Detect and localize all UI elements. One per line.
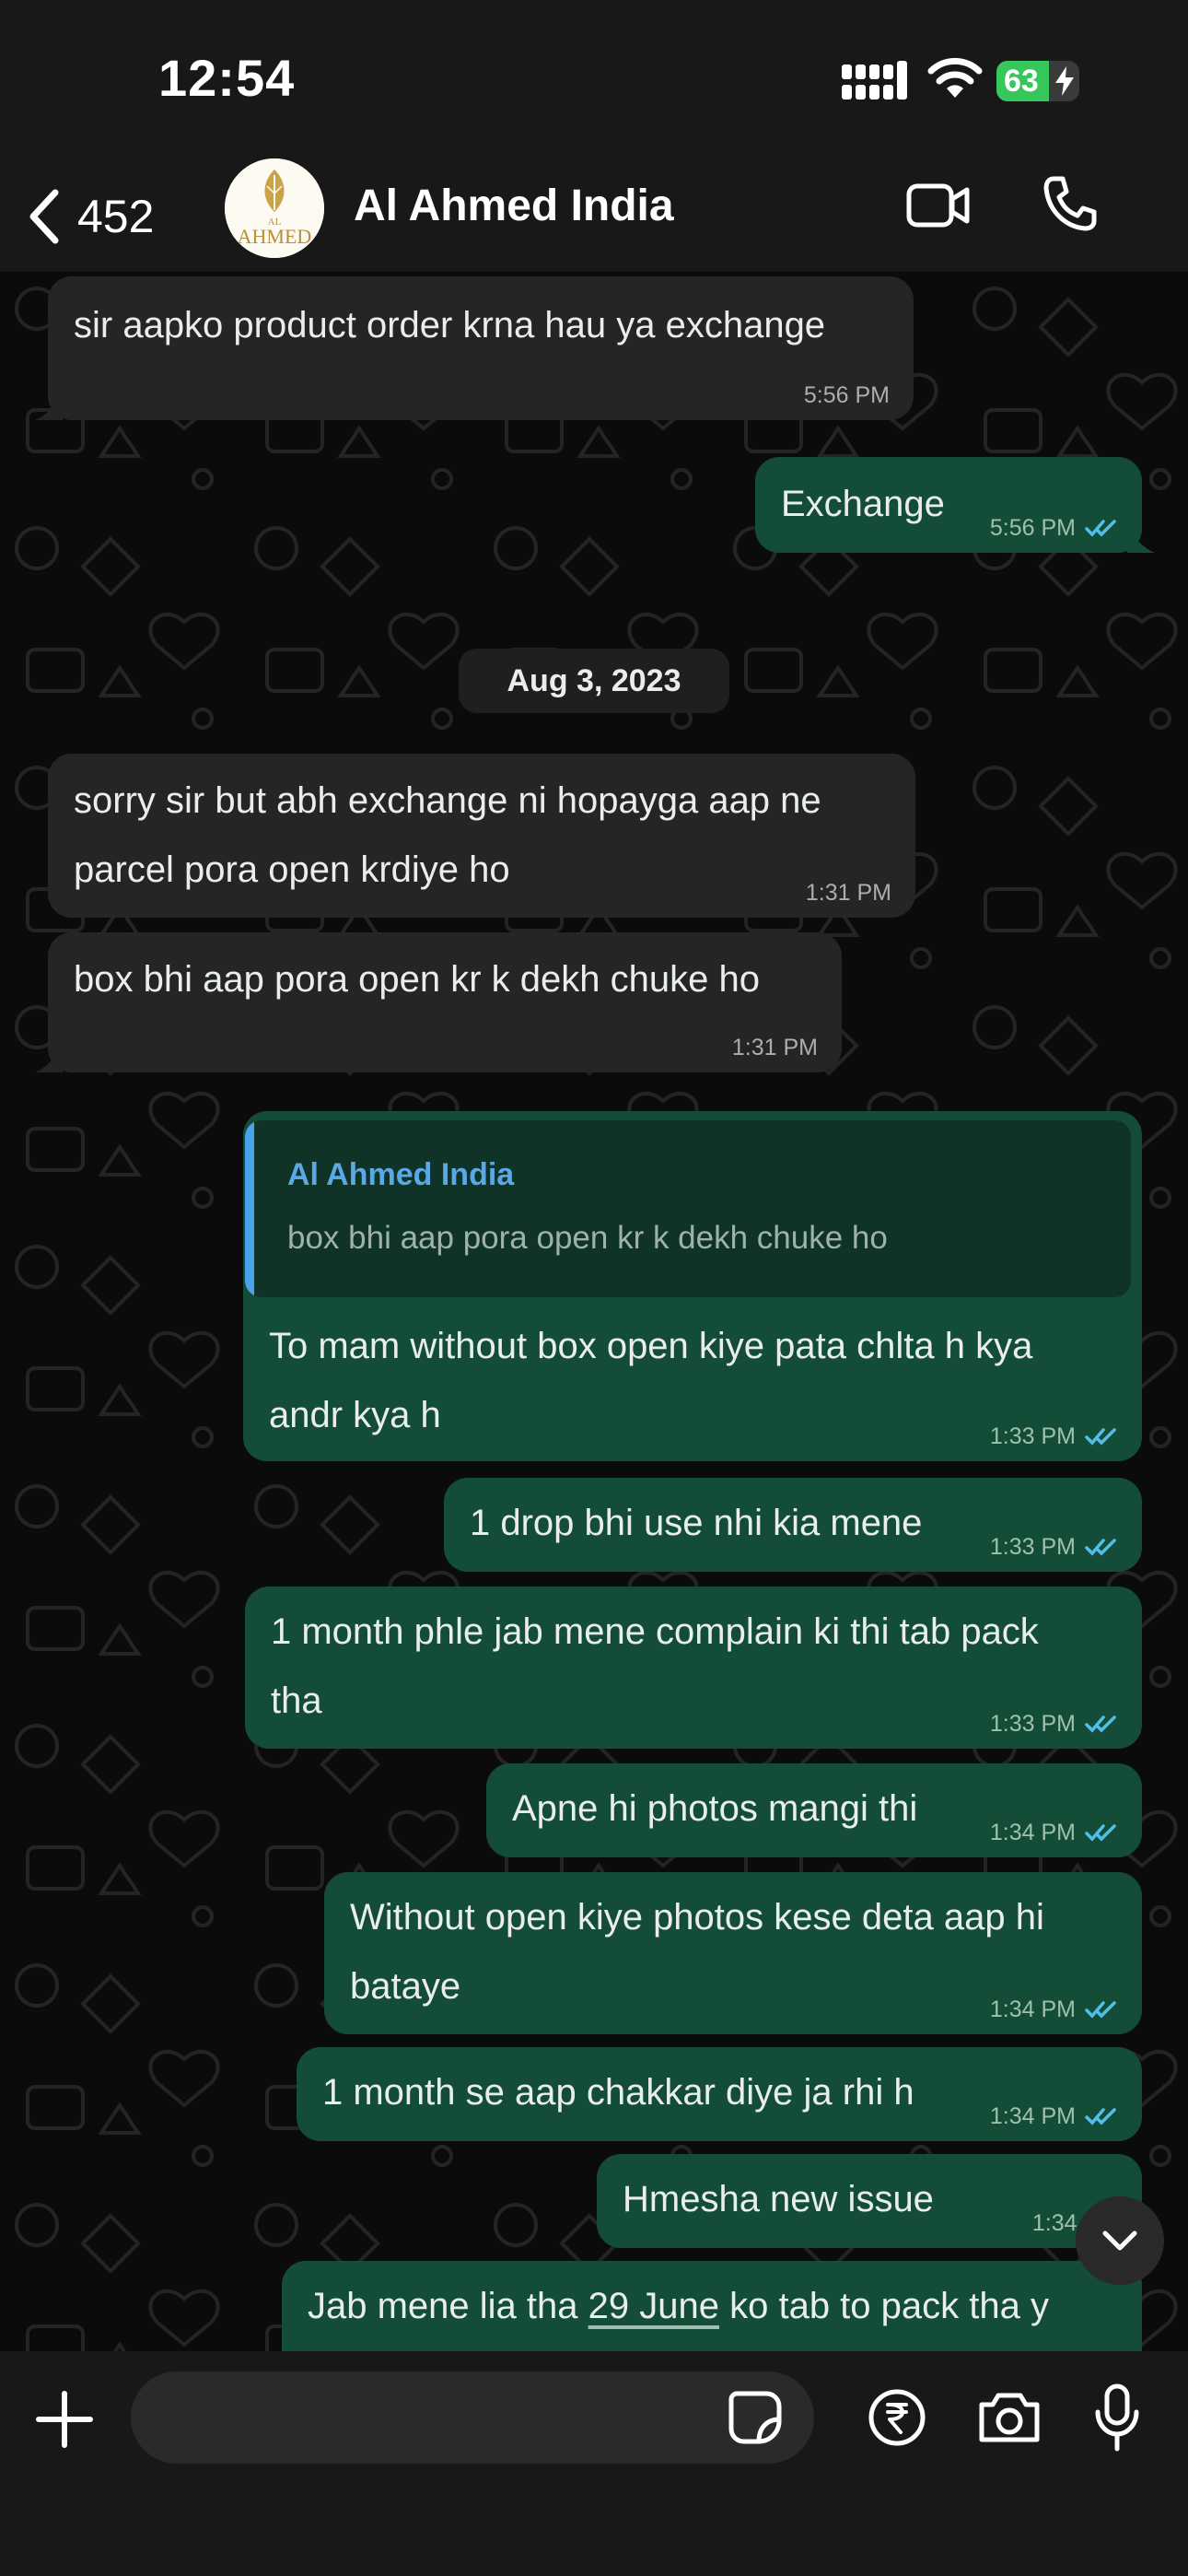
message-text: Without open kiye photos kese deta aap h…	[350, 1897, 1044, 1938]
message-time: 1:31 PM	[805, 880, 891, 906]
message-outgoing[interactable]: 1 month phle jab mene complain ki thi ta…	[245, 1587, 1142, 1749]
message-text: sir aapko product order krna hau ya exch…	[74, 305, 826, 345]
message-time: 1:34 PM	[989, 1996, 1076, 2022]
message-incoming[interactable]: box bhi aap pora open kr k dekh chuke ho…	[35, 932, 842, 1072]
message-text: andr kya h	[269, 1395, 441, 1435]
plus-icon[interactable]	[35, 2390, 94, 2449]
video-call-icon[interactable]	[906, 181, 971, 230]
message-text: parcel pora open krdiye ho	[74, 849, 510, 890]
chevron-left-icon	[29, 189, 59, 244]
camera-icon[interactable]	[976, 2390, 1042, 2445]
message-time: 1:33 PM	[989, 1534, 1076, 1560]
bubble-tail	[35, 1045, 63, 1072]
message-outgoing[interactable]: Jab mene lia tha 29 June ko tab to pack …	[282, 2261, 1142, 2351]
double-check-read-icon	[1085, 520, 1116, 537]
message-outgoing[interactable]: Apne hi photos mangi thi 1:34 PM	[486, 1763, 1142, 1857]
phone-call-icon[interactable]	[1041, 175, 1098, 232]
double-check-read-icon	[1085, 2001, 1116, 2019]
status-bar: 12:54 63	[0, 0, 1188, 161]
double-check-read-icon	[1085, 2108, 1116, 2125]
message-outgoing[interactable]: 1 drop bhi use nhi kia mene 1:33 PM	[444, 1478, 1142, 1572]
double-check-read-icon	[1085, 1539, 1116, 1556]
message-text: box bhi aap pora open kr k dekh chuke ho	[74, 959, 760, 1000]
message-text: 1 month phle jab mene complain ki thi ta…	[271, 1611, 1039, 1652]
cellular-signal-icon	[842, 61, 907, 100]
message-incoming[interactable]: sir aapko product order krna hau ya exch…	[35, 276, 914, 420]
sticker-icon[interactable]	[728, 2390, 783, 2445]
contact-avatar[interactable]: AL AHMED	[225, 158, 324, 258]
date-divider: Aug 3, 2023	[459, 649, 729, 713]
back-button[interactable]: 452	[28, 170, 193, 263]
message-outgoing[interactable]: Hmesha new issue 1:34 PM	[597, 2154, 1142, 2248]
message-text: sorry sir but abh exchange ni hopayga aa…	[74, 780, 821, 821]
message-input[interactable]	[131, 2371, 814, 2464]
message-incoming[interactable]: sorry sir but abh exchange ni hopayga aa…	[48, 754, 915, 918]
message-time: 5:56 PM	[989, 515, 1076, 541]
message-time: 1:33 PM	[989, 1711, 1076, 1737]
battery-indicator: 63	[996, 61, 1079, 101]
microphone-icon[interactable]	[1094, 2383, 1140, 2453]
rupee-payment-icon[interactable]	[868, 2388, 926, 2447]
message-text: ko tab to pack tha y	[718, 2286, 1049, 2326]
message-text: Jab mene lia tha	[308, 2286, 588, 2326]
scroll-to-bottom-button[interactable]	[1076, 2196, 1164, 2285]
message-outgoing[interactable]: Without open kiye photos kese deta aap h…	[324, 1872, 1142, 2034]
chevron-down-icon	[1102, 2231, 1137, 2251]
message-time: 1:34 PM	[989, 1820, 1076, 1845]
charging-bolt-icon	[1055, 66, 1074, 96]
message-time: 5:56 PM	[803, 382, 890, 408]
bubble-tail	[1127, 525, 1155, 553]
double-check-read-icon	[1085, 1824, 1116, 1842]
message-time: 1:34 PM	[989, 2103, 1076, 2129]
brand-logo: AL AHMED	[225, 158, 324, 258]
contact-name[interactable]: Al Ahmed India	[354, 181, 674, 231]
battery-percent: 63	[1004, 64, 1039, 99]
message-time: 1:31 PM	[731, 1035, 818, 1060]
double-check-read-icon	[1085, 1715, 1116, 1733]
message-time: 1:33 PM	[989, 1423, 1076, 1449]
quote-author: Al Ahmed India	[287, 1157, 515, 1192]
bubble-tail	[35, 392, 63, 420]
message-text: To mam without box open kiye pata chlta …	[269, 1326, 1033, 1366]
svg-text:AHMED: AHMED	[238, 225, 312, 248]
message-outgoing[interactable]: 1 month se aap chakkar diye ja rhi h 1:3…	[297, 2047, 1142, 2141]
date-link[interactable]: 29 June	[588, 2286, 719, 2326]
message-outgoing[interactable]: Exchange 5:56 PM	[755, 457, 1155, 553]
double-check-read-icon	[1085, 1428, 1116, 1446]
quote-accent-bar	[245, 1120, 254, 1297]
unread-count: 452	[77, 191, 155, 242]
wifi-icon	[927, 57, 983, 98]
status-time: 12:54	[158, 49, 296, 107]
reply-quote[interactable]: Al Ahmed India box bhi aap pora open kr …	[245, 1120, 1131, 1297]
quote-text: box bhi aap pora open kr k dekh chuke ho	[287, 1220, 888, 1256]
